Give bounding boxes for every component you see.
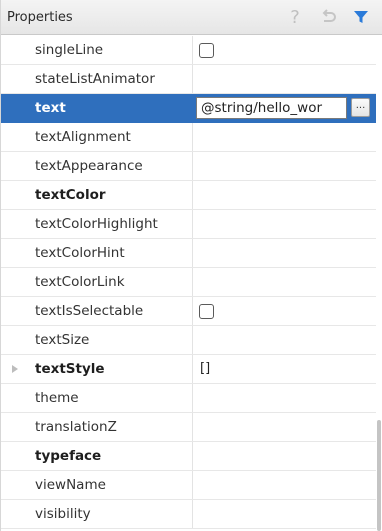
property-value[interactable] [194,413,376,441]
property-name: text [1,94,193,122]
textisselectable-checkbox[interactable] [199,304,214,319]
property-value[interactable] [194,500,376,528]
properties-panel: Properties ? singleLine stateListAnimato… [0,0,382,531]
property-value[interactable] [194,268,376,296]
property-row-text[interactable]: text @string/hello_wor ... [1,94,376,123]
property-row-stateListAnimator[interactable]: stateListAnimator [1,65,376,94]
property-grid: singleLine stateListAnimator text @strin… [1,36,376,529]
property-name: viewName [1,471,193,499]
property-name: textSize [1,326,193,354]
property-row-textColorHighlight[interactable]: textColorHighlight [1,210,376,239]
property-value [194,36,376,64]
property-name: textColorHighlight [1,210,193,238]
property-name: singleLine [1,36,193,64]
property-name: stateListAnimator [1,65,193,93]
vertical-scrollbar[interactable] [377,420,381,531]
property-value [194,297,376,325]
property-name: typeface [1,442,193,470]
property-row-textColor[interactable]: textColor [1,181,376,210]
property-row-typeface[interactable]: typeface [1,442,376,471]
property-name: visibility [1,500,193,528]
property-row-textIsSelectable[interactable]: textIsSelectable [1,297,376,326]
property-name: textStyle [1,355,193,383]
property-row-textStyle[interactable]: textStyle [] [1,355,376,384]
text-value-input[interactable]: @string/hello_wor [196,97,347,119]
property-value[interactable] [194,152,376,180]
restore-icon[interactable] [318,6,340,28]
property-name: theme [1,384,193,412]
property-value[interactable] [194,442,376,470]
property-value[interactable] [194,239,376,267]
property-name: textColor [1,181,193,209]
browse-resource-button[interactable]: ... [351,98,370,117]
help-icon[interactable]: ? [284,6,306,28]
panel-title: Properties [7,10,73,25]
textstyle-value: [] [200,361,211,376]
property-row-visibility[interactable]: visibility [1,500,376,529]
property-value[interactable] [194,471,376,499]
property-row-textAppearance[interactable]: textAppearance [1,152,376,181]
property-name: textAppearance [1,152,193,180]
property-name: textColorHint [1,239,193,267]
property-name: textIsSelectable [1,297,193,325]
property-value[interactable] [194,181,376,209]
property-value[interactable] [194,210,376,238]
property-row-textColorHint[interactable]: textColorHint [1,239,376,268]
property-row-translationZ[interactable]: translationZ [1,413,376,442]
properties-header: Properties ? [1,0,382,35]
property-value: @string/hello_wor ... [194,94,376,122]
property-value[interactable] [194,326,376,354]
property-value[interactable] [194,384,376,412]
property-row-textAlignment[interactable]: textAlignment [1,123,376,152]
property-row-textColorLink[interactable]: textColorLink [1,268,376,297]
property-row-singleLine[interactable]: singleLine [1,36,376,65]
property-name: textColorLink [1,268,193,296]
property-value[interactable] [194,65,376,93]
property-name: textAlignment [1,123,193,151]
property-value[interactable] [194,123,376,151]
singleline-checkbox[interactable] [199,43,214,58]
filter-icon[interactable] [350,6,372,28]
property-value[interactable]: [] [194,355,376,383]
property-name: translationZ [1,413,193,441]
property-row-viewName[interactable]: viewName [1,471,376,500]
property-row-textSize[interactable]: textSize [1,326,376,355]
property-row-theme[interactable]: theme [1,384,376,413]
